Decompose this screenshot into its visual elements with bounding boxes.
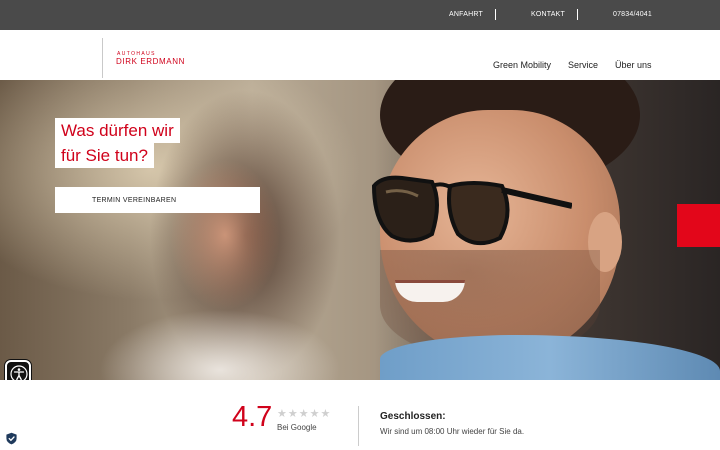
star-icon: ★: [287, 408, 299, 420]
info-divider: [358, 406, 359, 446]
opening-status: Geschlossen:: [380, 411, 446, 422]
star-icon: ★: [277, 408, 288, 420]
logo-divider: [102, 38, 103, 78]
hero-man-shirt: [380, 335, 720, 380]
nav-item-ueber-uns[interactable]: Über uns: [615, 60, 652, 70]
hero-man-smile: [395, 280, 465, 302]
star-icon: ★: [298, 408, 310, 420]
rating-stars: ★★★★★: [277, 407, 331, 420]
nav-item-service[interactable]: Service: [568, 60, 598, 70]
hero-sunglasses: [372, 175, 572, 246]
hero-headline: Was dürfen wir für Sie tun?: [55, 118, 180, 168]
topbar-divider: [577, 9, 578, 20]
topbar-link-kontakt[interactable]: KONTAKT: [531, 11, 565, 18]
book-appointment-button[interactable]: TERMIN VEREINBAREN: [55, 187, 260, 213]
star-icon: ★: [320, 408, 332, 420]
side-tab[interactable]: [677, 204, 720, 247]
star-icon: ★: [309, 408, 321, 420]
opening-note: Wir sind um 08:00 Uhr wieder für Sie da.: [380, 427, 525, 436]
rating-source: Bei Google: [277, 423, 317, 432]
topbar-link-anfahrt[interactable]: ANFAHRT: [449, 11, 483, 18]
hero-headline-line-1: Was dürfen wir: [55, 118, 180, 143]
shield-check-icon[interactable]: [5, 432, 18, 445]
google-rating-score: 4.7: [232, 401, 273, 433]
hero-woman-face: [170, 160, 280, 310]
info-strip: [0, 380, 720, 450]
nav-item-green-mobility[interactable]: Green Mobility: [493, 60, 551, 70]
site-header: [0, 30, 720, 80]
logo-main-line: DIRK ERDMANN: [116, 57, 185, 66]
top-bar: ANFAHRT KONTAKT 07834/4041: [0, 0, 720, 30]
hero-headline-line-2: für Sie tun?: [55, 143, 154, 168]
topbar-divider: [495, 9, 496, 20]
topbar-link-phone[interactable]: 07834/4041: [613, 11, 652, 18]
